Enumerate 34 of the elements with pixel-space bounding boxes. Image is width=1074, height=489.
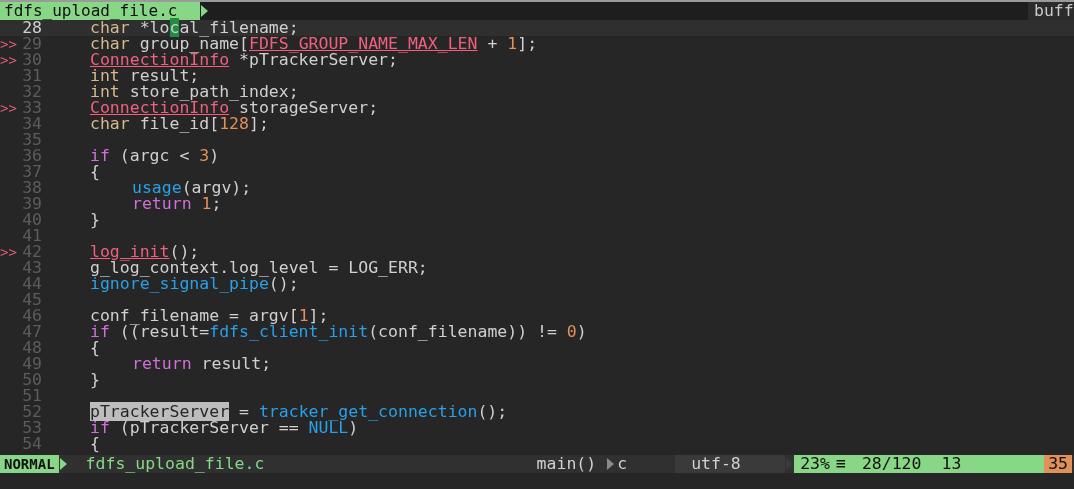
code-line: char *local_filename; [90,20,299,36]
function-name: main() [536,455,597,473]
code-line: if ((result=fdfs_client_init(conf_filename)) != 0) [90,324,587,340]
code-line: conf_filename = argv[1]; [90,308,329,324]
separator-icon [606,457,616,471]
code-line: pTrackerServer = tracker_get_connection(); [90,404,508,420]
code-line: g_log_context.log_level = LOG_ERR; [90,260,428,276]
code-line: return result; [132,356,272,372]
code-line: char group_name[FDFS_GROUP_NAME_MAX_LEN + 1]; [90,36,538,52]
code-line: int result; [90,68,200,84]
code-line: if (argc < 3) [90,148,220,164]
code-line: ConnectionInfo storageServer; [90,100,379,116]
file-name: fdfs_upload_file.c [85,455,265,473]
code-line: if (pTrackerServer == NULL) [90,420,359,436]
code-line: { [90,436,100,452]
column-position: 13 [941,455,962,473]
code-line: ConnectionInfo *pTrackerServer; [90,52,398,68]
line-position: 28/120 [861,455,922,473]
code-line: { [90,340,100,356]
code-line: ignore_signal_pipe(); [90,276,299,292]
line-number: 28 [22,20,42,36]
column-indicator: 35 [1044,455,1072,473]
percent-label: 23% [800,455,830,473]
buffers-label: buff [1028,2,1074,20]
code-line: int store_path_index; [90,84,299,100]
file-type: c [617,455,628,473]
code-line: return 1; [132,196,222,212]
code-line: } [90,212,100,228]
code-line: usage(argv); [132,180,252,196]
code-line: { [90,164,100,180]
code-line: char file_id[128]; [90,116,269,132]
code-line: log_init(); [90,244,200,260]
percent-icon: ≡ [835,455,846,473]
code-line: } [90,372,100,388]
